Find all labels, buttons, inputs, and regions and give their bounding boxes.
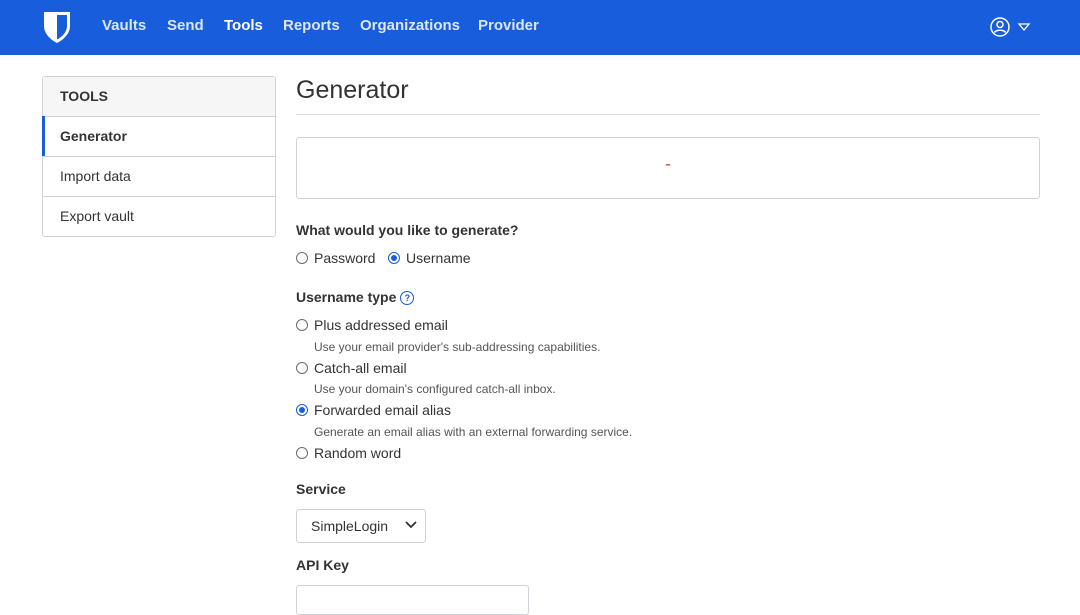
radio-plus-addressed-circle[interactable]	[296, 319, 308, 331]
username-type-text: Username type	[296, 289, 397, 305]
nav-vaults[interactable]: Vaults	[102, 17, 146, 34]
radio-password-label: Password	[314, 250, 376, 266]
generated-value: -	[663, 156, 673, 174]
nav-reports[interactable]: Reports	[283, 17, 340, 34]
generated-value-box[interactable]: -	[296, 137, 1040, 199]
chevron-down-icon	[405, 521, 417, 529]
radio-plus-addressed-label: Plus addressed email	[314, 317, 448, 333]
service-select[interactable]: SimpleLogin	[296, 509, 426, 543]
sidebar-header: TOOLS	[43, 77, 275, 117]
bitwarden-shield-icon[interactable]	[42, 10, 72, 44]
api-key-input[interactable]	[296, 585, 529, 615]
radio-random-word-label: Random word	[314, 445, 402, 461]
nav-organizations[interactable]: Organizations	[360, 17, 460, 34]
radio-password-circle[interactable]	[296, 252, 308, 264]
tools-sidebar: TOOLS Generator Import data Export vault	[42, 76, 276, 237]
nav-send[interactable]: Send	[167, 17, 204, 34]
sidebar-item-generator[interactable]: Generator	[42, 116, 275, 157]
page-title: Generator	[296, 76, 409, 104]
username-type-label: Username type?	[296, 289, 415, 305]
radio-username[interactable]: Username	[388, 250, 471, 266]
radio-password[interactable]: Password	[296, 250, 375, 266]
nav-tools[interactable]: Tools	[224, 17, 263, 34]
radio-forwarded-label: Forwarded email alias	[314, 402, 451, 418]
radio-plus-addressed-email[interactable]: Plus addressed email	[296, 317, 448, 333]
sidebar-item-export-vault[interactable]: Export vault	[43, 197, 275, 236]
api-key-label: API Key	[296, 557, 349, 573]
service-label: Service	[296, 481, 346, 497]
radio-random-word-circle[interactable]	[296, 447, 308, 459]
forwarded-help: Generate an email alias with an external…	[314, 425, 633, 439]
title-divider	[296, 114, 1040, 115]
catch-all-help: Use your domain's configured catch-all i…	[314, 382, 556, 396]
radio-forwarded-email-alias[interactable]: Forwarded email alias	[296, 402, 451, 418]
service-select-value: SimpleLogin	[311, 518, 389, 534]
top-navbar: Vaults Send Tools Reports Organizations …	[0, 0, 1080, 55]
radio-random-word[interactable]: Random word	[296, 445, 401, 461]
radio-catch-all-label: Catch-all email	[314, 360, 407, 376]
radio-username-label: Username	[406, 250, 471, 266]
radio-catch-all-email[interactable]: Catch-all email	[296, 360, 407, 376]
generate-question-label: What would you like to generate?	[296, 222, 519, 238]
radio-username-circle[interactable]	[388, 252, 400, 264]
sidebar-item-import-data[interactable]: Import data	[43, 157, 275, 197]
account-menu-button[interactable]	[990, 16, 1032, 38]
plus-addressed-help: Use your email provider's sub-addressing…	[314, 340, 601, 354]
user-circle-icon	[990, 17, 1031, 37]
radio-catch-all-circle[interactable]	[296, 362, 308, 374]
radio-forwarded-circle[interactable]	[296, 404, 308, 416]
nav-provider[interactable]: Provider	[478, 17, 539, 34]
question-circle-icon[interactable]: ?	[400, 291, 415, 305]
